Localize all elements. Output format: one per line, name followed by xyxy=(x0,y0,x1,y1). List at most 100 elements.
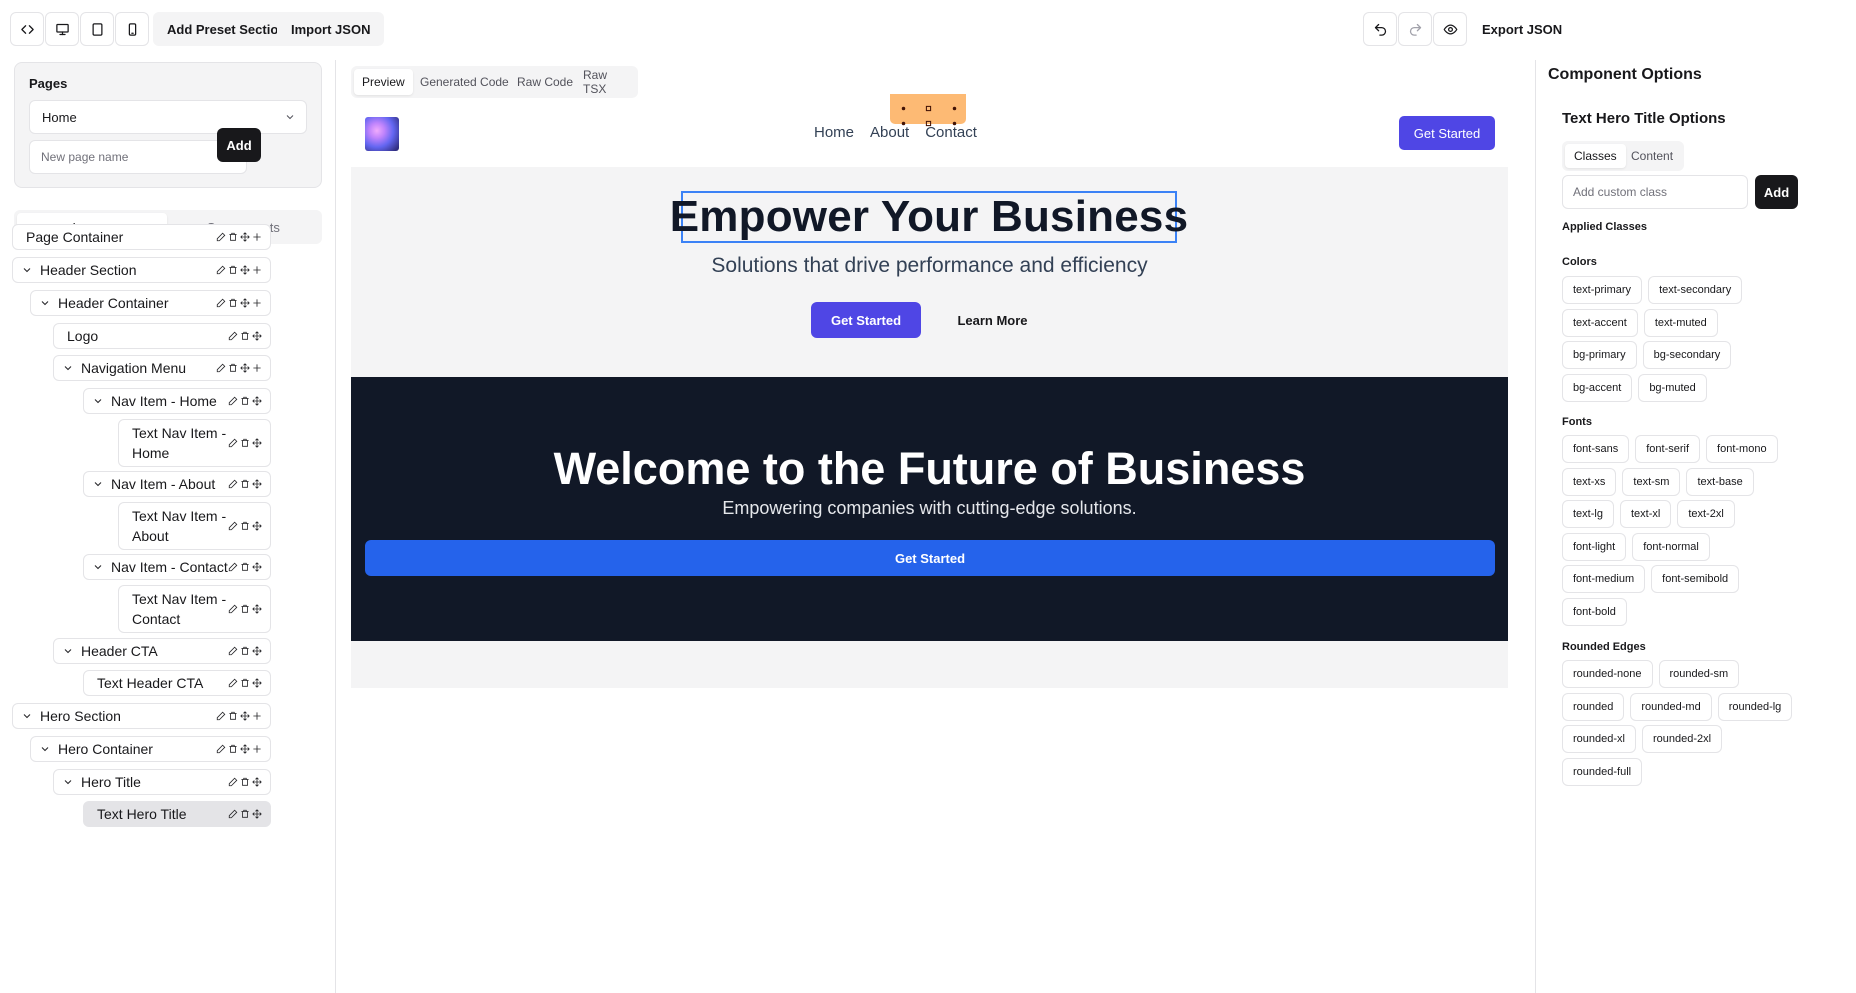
tab-generated-code[interactable]: Generated Code xyxy=(412,69,517,95)
class-chip[interactable]: font-serif xyxy=(1635,435,1701,463)
edit-icon[interactable] xyxy=(227,520,238,532)
tab-raw-tsx[interactable]: Raw TSX xyxy=(575,68,638,96)
chevron-down-icon[interactable] xyxy=(61,361,75,375)
chevron-down-icon[interactable] xyxy=(20,709,34,723)
hero-title[interactable]: Empower Your Business xyxy=(670,192,1189,242)
preview-eye-icon[interactable] xyxy=(1433,12,1467,46)
desktop-view-icon[interactable] xyxy=(45,12,79,46)
hero-learn-more-button[interactable]: Learn More xyxy=(941,302,1044,338)
chevron-down-icon[interactable] xyxy=(61,644,75,658)
class-chip[interactable]: text-muted xyxy=(1643,308,1718,337)
move-icon[interactable] xyxy=(251,677,262,689)
class-chip[interactable]: text-lg xyxy=(1562,500,1614,528)
edit-icon[interactable] xyxy=(215,710,226,722)
chevron-down-icon[interactable] xyxy=(20,263,34,277)
welcome-subtitle[interactable]: Empowering companies with cutting-edge s… xyxy=(351,498,1508,519)
class-chip[interactable]: bg-accent xyxy=(1562,373,1633,402)
hero-title-selected[interactable]: Empower Your Business xyxy=(670,191,1188,243)
move-icon[interactable] xyxy=(239,362,250,374)
edit-icon[interactable] xyxy=(227,776,238,788)
move-icon[interactable] xyxy=(239,231,250,243)
edit-icon[interactable] xyxy=(227,395,238,407)
class-chip[interactable]: font-semibold xyxy=(1651,565,1740,593)
chevron-down-icon[interactable] xyxy=(38,296,52,310)
class-chip[interactable]: text-base xyxy=(1686,467,1754,496)
tablet-view-icon[interactable] xyxy=(80,12,114,46)
trash-icon[interactable] xyxy=(227,231,238,243)
move-icon[interactable] xyxy=(239,743,250,755)
custom-class-input[interactable] xyxy=(1562,175,1748,209)
plus-icon[interactable] xyxy=(251,743,262,755)
class-chip[interactable]: rounded-2xl xyxy=(1641,725,1723,753)
class-chip[interactable]: rounded-md xyxy=(1630,692,1712,721)
tab-preview[interactable]: Preview xyxy=(354,69,413,95)
export-json-button[interactable]: Export JSON xyxy=(1482,12,1562,46)
drag-icon[interactable] xyxy=(951,99,957,111)
welcome-title[interactable]: Welcome to the Future of Business xyxy=(351,443,1508,495)
welcome-get-started-button[interactable]: Get Started xyxy=(365,540,1495,576)
class-chip[interactable]: font-light xyxy=(1562,532,1627,561)
duplicate-icon[interactable] xyxy=(925,114,932,127)
class-chip[interactable]: font-bold xyxy=(1562,597,1627,626)
chevron-down-icon[interactable] xyxy=(91,560,105,574)
layer-item[interactable]: Hero Container xyxy=(30,736,271,762)
edit-icon[interactable] xyxy=(227,330,238,342)
edit-icon[interactable] xyxy=(227,437,238,449)
layer-item[interactable]: Text Nav Item - Contact xyxy=(118,585,271,633)
chevron-down-icon[interactable] xyxy=(91,394,105,408)
move-icon[interactable] xyxy=(251,395,262,407)
trash-icon[interactable] xyxy=(239,478,250,490)
trash-icon[interactable] xyxy=(227,297,238,309)
code-view-icon[interactable] xyxy=(10,12,44,46)
edit-icon[interactable] xyxy=(227,561,238,573)
class-chip[interactable]: font-medium xyxy=(1562,565,1646,593)
trash-icon[interactable] xyxy=(239,437,250,449)
class-chip[interactable]: font-mono xyxy=(1706,435,1778,463)
move-icon[interactable] xyxy=(251,520,262,532)
trash-icon[interactable] xyxy=(227,743,238,755)
layer-item[interactable]: Page Container xyxy=(12,224,271,250)
class-chip[interactable]: text-secondary xyxy=(1648,276,1743,304)
tab-raw-code[interactable]: Raw Code xyxy=(509,69,581,95)
edit-icon[interactable] xyxy=(227,677,238,689)
nav-item-home[interactable]: Home xyxy=(814,124,854,141)
layer-item[interactable]: Header Section xyxy=(12,257,271,283)
trash-icon[interactable] xyxy=(239,395,250,407)
move-up-icon[interactable] xyxy=(900,99,906,111)
hero-subtitle[interactable]: Solutions that drive performance and eff… xyxy=(351,254,1508,278)
class-chip[interactable]: text-xs xyxy=(1562,467,1617,496)
trash-icon[interactable] xyxy=(239,645,250,657)
edit-icon[interactable] xyxy=(227,645,238,657)
trash-icon[interactable] xyxy=(239,603,250,615)
plus-icon[interactable] xyxy=(251,362,262,374)
hero-section[interactable]: Empower Your Business Solutions that dri… xyxy=(351,167,1508,370)
layer-item[interactable]: Logo xyxy=(53,323,271,349)
chevron-down-icon[interactable] xyxy=(38,742,52,756)
header-cta-button[interactable]: Get Started xyxy=(1399,116,1495,150)
layer-item[interactable]: Nav Item - Home xyxy=(83,388,271,414)
delete-icon[interactable] xyxy=(925,99,932,112)
layer-item[interactable]: Text Hero Title xyxy=(83,801,271,827)
move-icon[interactable] xyxy=(239,297,250,309)
redo-icon[interactable] xyxy=(1398,12,1432,46)
trash-icon[interactable] xyxy=(239,776,250,788)
add-page-button[interactable]: Add xyxy=(217,128,261,162)
move-icon[interactable] xyxy=(251,561,262,573)
class-chip[interactable]: bg-secondary xyxy=(1642,341,1732,369)
trash-icon[interactable] xyxy=(227,710,238,722)
add-class-button[interactable]: Add xyxy=(1755,175,1798,209)
chevron-down-icon[interactable] xyxy=(91,477,105,491)
layer-item[interactable]: Nav Item - About xyxy=(83,471,271,497)
edit-icon[interactable] xyxy=(215,362,226,374)
move-icon[interactable] xyxy=(251,776,262,788)
layer-item[interactable]: Navigation Menu xyxy=(53,355,271,381)
trash-icon[interactable] xyxy=(239,520,250,532)
move-icon[interactable] xyxy=(251,645,262,657)
hero-get-started-button[interactable]: Get Started xyxy=(811,302,921,338)
class-chip[interactable]: text-accent xyxy=(1562,308,1638,337)
class-chip[interactable]: rounded-lg xyxy=(1717,692,1793,721)
welcome-section[interactable]: Welcome to the Future of Business Empowe… xyxy=(351,377,1508,641)
trash-icon[interactable] xyxy=(227,362,238,374)
move-icon[interactable] xyxy=(239,710,250,722)
class-chip[interactable]: text-sm xyxy=(1622,467,1681,496)
